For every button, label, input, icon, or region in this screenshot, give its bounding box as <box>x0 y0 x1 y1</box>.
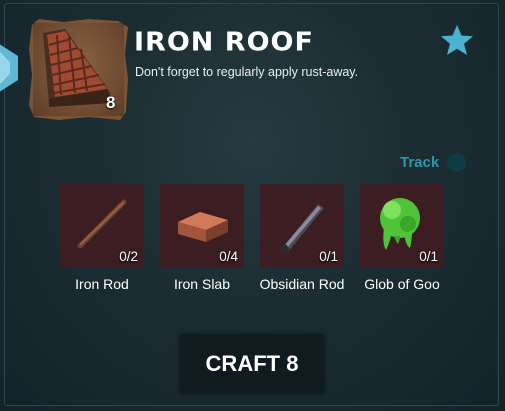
ingredient-name: Iron Rod <box>75 276 129 292</box>
ingredient-count: 0/2 <box>119 249 138 264</box>
ingredient-count: 0/1 <box>319 249 338 264</box>
ingredient-slot-iron-slab[interactable]: 0/4 <box>160 184 244 268</box>
ingredient-slot-glob-of-goo[interactable]: 0/1 <box>360 184 444 268</box>
item-title: IRON ROOF <box>134 27 314 58</box>
ingredient-name: Glob of Goo <box>364 276 440 292</box>
track-toggle-icon[interactable] <box>447 152 467 172</box>
ingredient-name: Obsidian Rod <box>259 276 345 292</box>
track-toggle[interactable]: Track <box>400 151 467 173</box>
track-label: Track <box>400 153 440 171</box>
crafting-panel: 8 IRON ROOF Don't forget to regularly ap… <box>0 0 505 411</box>
item-description: Don't forget to regularly apply rust-awa… <box>135 65 359 79</box>
craft-button[interactable]: CRAFT 8 <box>180 335 324 393</box>
star-icon[interactable] <box>440 24 474 56</box>
ingredient-count: 0/4 <box>219 249 238 264</box>
ingredient-name: Iron Slab <box>173 276 231 292</box>
left-arrow-tab-icon[interactable] <box>0 42 18 94</box>
ingredient-count: 0/1 <box>419 249 438 264</box>
ingredient-slot-obsidian-rod[interactable]: 0/1 <box>260 184 344 268</box>
ingredient-slot-iron-rod[interactable]: 0/2 <box>60 184 144 268</box>
item-quantity: 8 <box>106 93 116 112</box>
